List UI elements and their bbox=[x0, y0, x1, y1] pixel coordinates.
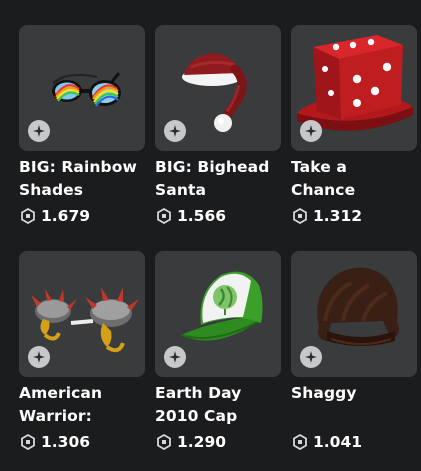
item-price: 1.679 bbox=[20, 205, 90, 227]
robux-icon bbox=[293, 208, 307, 224]
item-thumbnail[interactable] bbox=[291, 25, 417, 151]
item-price: 1.306 bbox=[20, 431, 90, 453]
limited-badge-icon bbox=[28, 346, 50, 368]
item-name[interactable]: Shaggy bbox=[291, 382, 417, 405]
item-thumbnail[interactable] bbox=[155, 25, 281, 151]
item-name[interactable]: American Warrior: bbox=[19, 382, 145, 427]
item-card-shaggy[interactable]: Shaggy 1.041 bbox=[291, 251, 417, 471]
robux-icon bbox=[21, 208, 35, 224]
item-price: 1.566 bbox=[156, 205, 226, 227]
item-price: 1.041 bbox=[292, 431, 362, 453]
robux-icon bbox=[157, 434, 171, 450]
item-card-american-warrior[interactable]: American Warrior: 1.306 bbox=[19, 251, 145, 471]
item-name[interactable]: BIG: Bighead Santa bbox=[155, 156, 281, 201]
item-name[interactable]: Take a Chance bbox=[291, 156, 417, 201]
limited-badge-icon bbox=[300, 120, 322, 142]
item-card-rainbow-shades[interactable]: BIG: Rainbow Shades 1.679 bbox=[19, 25, 145, 245]
limited-badge-icon bbox=[28, 120, 50, 142]
item-name[interactable]: Earth Day 2010 Cap bbox=[155, 382, 281, 427]
limited-badge-icon bbox=[300, 346, 322, 368]
item-price: 1.290 bbox=[156, 431, 226, 453]
item-card-earth-day-cap[interactable]: Earth Day 2010 Cap 1.290 bbox=[155, 251, 281, 471]
item-thumbnail[interactable] bbox=[291, 251, 417, 377]
limited-badge-icon bbox=[164, 120, 186, 142]
catalog-grid: BIG: Rainbow Shades 1.679 BIG: Bighead S… bbox=[0, 0, 421, 471]
robux-icon bbox=[293, 434, 307, 450]
item-name[interactable]: BIG: Rainbow Shades bbox=[19, 156, 145, 201]
item-thumbnail[interactable] bbox=[155, 251, 281, 377]
item-card-bighead-santa[interactable]: BIG: Bighead Santa 1.566 bbox=[155, 25, 281, 245]
item-price: 1.312 bbox=[292, 205, 362, 227]
robux-icon bbox=[21, 434, 35, 450]
item-thumbnail[interactable] bbox=[19, 25, 145, 151]
robux-icon bbox=[157, 208, 171, 224]
item-card-take-a-chance[interactable]: Take a Chance 1.312 bbox=[291, 25, 417, 245]
limited-badge-icon bbox=[164, 346, 186, 368]
item-thumbnail[interactable] bbox=[19, 251, 145, 377]
